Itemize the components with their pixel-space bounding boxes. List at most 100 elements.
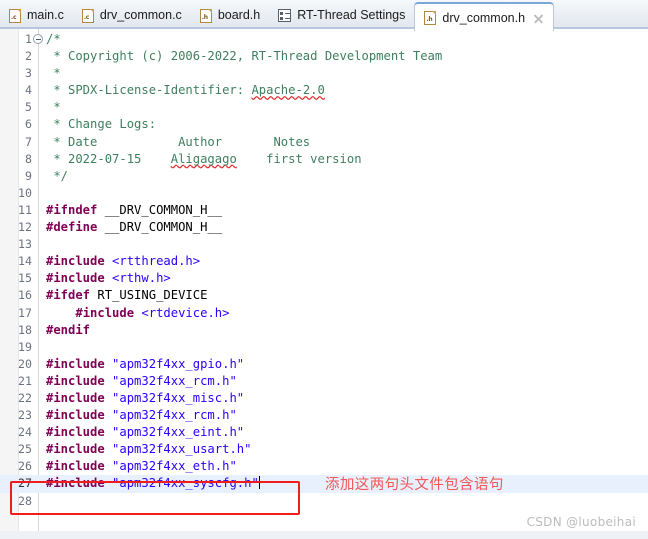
line-number: 25 <box>18 442 32 457</box>
code-line-text: #include "apm32f4xx_syscfg.h" <box>46 475 260 492</box>
code-line[interactable]: 5 * <box>0 99 648 116</box>
code-line[interactable]: 2 * Copyright (c) 2006-2022, RT-Thread D… <box>0 48 648 65</box>
tab-drv-common-c[interactable]: .c drv_common.c <box>73 2 191 29</box>
line-number: 6 <box>25 117 32 132</box>
line-number: 24 <box>18 425 32 440</box>
code-line[interactable]: 15 #include <rthw.h> <box>0 270 648 287</box>
code-line[interactable]: 10 <box>0 185 648 202</box>
line-number: 17 <box>18 305 32 320</box>
code-line-text: * Change Logs: <box>46 116 156 133</box>
code-token: Apache-2.0 <box>251 83 325 98</box>
line-number: 14 <box>18 254 32 269</box>
code-line[interactable]: 12 #define __DRV_COMMON_H__ <box>0 219 648 236</box>
bottom-strip <box>0 531 648 539</box>
code-line[interactable]: 8 * 2022-07-15 Aligagago first version <box>0 151 648 168</box>
line-number: 3 <box>25 66 32 81</box>
code-line[interactable]: 22 #include "apm32f4xx_misc.h" <box>0 390 648 407</box>
code-line-text: #include "apm32f4xx_gpio.h" <box>46 356 244 373</box>
code-line-text: #ifndef __DRV_COMMON_H__ <box>46 202 222 219</box>
tab-drv-common-h[interactable]: .h drv_common.h <box>414 2 555 31</box>
code-line[interactable]: 21 #include "apm32f4xx_rcm.h" <box>0 373 648 390</box>
code-line-text: * Date Author Notes <box>46 134 310 151</box>
code-line[interactable]: 20 #include "apm32f4xx_gpio.h" <box>0 356 648 373</box>
code-line[interactable]: 17 #include <rtdevice.h> <box>0 305 648 322</box>
line-number: 23 <box>18 408 32 423</box>
code-line-text: #include "apm32f4xx_usart.h" <box>46 441 251 458</box>
line-number: 5 <box>25 100 32 115</box>
code-line-text: * <box>46 65 61 82</box>
code-line-text: * Copyright (c) 2006-2022, RT-Thread Dev… <box>46 48 442 65</box>
code-token: * <box>46 66 61 81</box>
tab-board-h[interactable]: .h board.h <box>191 2 269 29</box>
code-token: #ifndef <box>46 202 98 217</box>
settings-file-icon <box>278 9 292 22</box>
fold-collapse-icon[interactable] <box>33 34 43 45</box>
line-number: 20 <box>18 356 32 371</box>
line-number: 19 <box>18 339 32 354</box>
code-token: #ifdef <box>46 288 91 303</box>
code-token: "apm32f4xx_syscfg.h" <box>112 476 259 491</box>
code-token: "apm32f4xx_rcm.h" <box>112 408 237 423</box>
tab-main-c[interactable]: .c main.c <box>0 2 73 29</box>
code-token: "apm32f4xx_eth.h" <box>112 459 237 474</box>
code-line[interactable]: 27 #include "apm32f4xx_syscfg.h" <box>0 475 648 493</box>
file-icon-extension: .c <box>11 13 17 21</box>
code-token: * 2022-07-15 <box>46 151 171 166</box>
code-line-text: #include "apm32f4xx_eth.h" <box>46 458 237 475</box>
code-line[interactable]: 6 * Change Logs: <box>0 116 648 133</box>
code-line[interactable]: 3 * <box>0 65 648 82</box>
code-token: "apm32f4xx_usart.h" <box>112 442 252 457</box>
source-code-text[interactable]: 1 /* 2 * Copyright (c) 2006-2022, RT-Threa… <box>0 31 648 539</box>
code-line[interactable]: 25 #include "apm32f4xx_usart.h" <box>0 441 648 458</box>
line-number: 2 <box>25 49 32 64</box>
code-token: #include <box>46 390 105 405</box>
line-number: 10 <box>18 185 32 200</box>
code-token: #include <box>46 408 105 423</box>
line-number: 26 <box>18 459 32 474</box>
code-token: #include <box>46 425 105 440</box>
code-token: #include <box>46 271 105 286</box>
code-line[interactable]: 4 * SPDX-License-Identifier: Apache-2.0 <box>0 82 648 99</box>
code-line-text: /* <box>46 31 61 48</box>
code-token: #include <box>46 459 105 474</box>
code-line[interactable]: 19 <box>0 339 648 356</box>
line-number: 16 <box>18 288 32 303</box>
code-line-text: #include <rtdevice.h> <box>46 305 229 322</box>
code-line[interactable]: 1 /* <box>0 31 648 48</box>
code-line[interactable]: 16 #ifdef RT_USING_DEVICE <box>0 287 648 304</box>
line-number: 12 <box>18 220 32 235</box>
code-line-text: #define __DRV_COMMON_H__ <box>46 219 222 236</box>
file-icon-extension: .c <box>83 13 90 21</box>
code-line[interactable]: 28 <box>0 493 648 510</box>
tab-rt-thread-settings[interactable]: RT-Thread Settings <box>269 2 414 29</box>
code-line[interactable]: 24 #include "apm32f4xx_eint.h" <box>0 424 648 441</box>
code-line[interactable]: 7 * Date Author Notes <box>0 134 648 151</box>
line-number: 8 <box>25 151 32 166</box>
code-line[interactable]: 18 #endif <box>0 322 648 339</box>
code-line-text: * <box>46 99 60 116</box>
code-line[interactable]: 13 <box>0 236 648 253</box>
text-caret <box>258 476 260 490</box>
code-token: __DRV_COMMON_H__ <box>97 220 223 235</box>
code-line[interactable]: 23 #include "apm32f4xx_rcm.h" <box>0 407 648 424</box>
code-token: __DRV_COMMON_H__ <box>97 202 223 217</box>
close-icon[interactable] <box>533 13 544 24</box>
editor-tab-bar: .c main.c .c drv_common.c .h board.h RT-Thread… <box>0 0 648 31</box>
code-line[interactable]: 26 #include "apm32f4xx_eth.h" <box>0 458 648 475</box>
code-token: */ <box>46 168 69 183</box>
code-line[interactable]: 9 */ <box>0 168 648 185</box>
code-line[interactable]: 11 #ifndef __DRV_COMMON_H__ <box>0 202 648 219</box>
code-token: #include <box>46 442 105 457</box>
code-editor[interactable]: 1 /* 2 * Copyright (c) 2006-2022, RT-Threa… <box>0 29 648 539</box>
code-line[interactable]: 14 #include <rtthread.h> <box>0 253 648 270</box>
line-number: 7 <box>25 134 32 149</box>
annotation-text: 添加这两句头文件包含语句 <box>325 477 504 493</box>
